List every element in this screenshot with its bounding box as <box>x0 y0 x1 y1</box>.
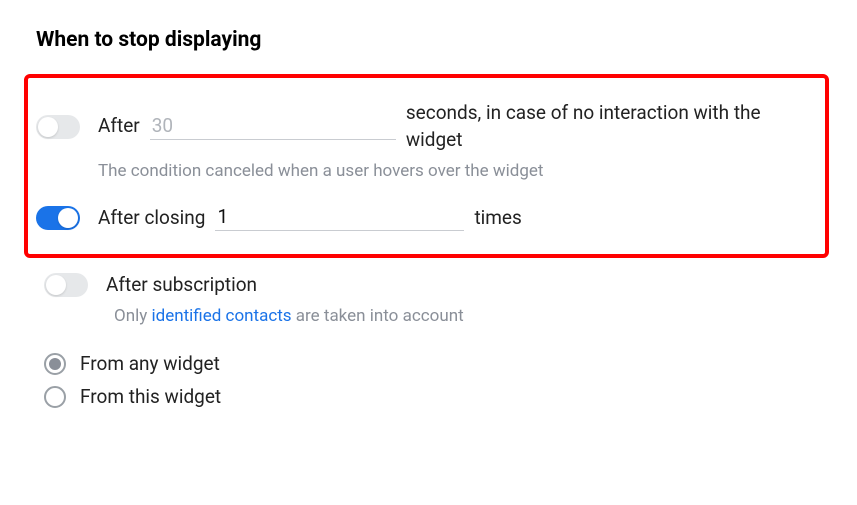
after-seconds-input[interactable] <box>150 114 396 140</box>
toggle-after-closing[interactable] <box>36 206 80 230</box>
option-after-closing-row: After closing times <box>28 205 825 232</box>
scope-radio-group: From any widget From this widget <box>44 352 821 408</box>
option-after-subscription-row: After subscription <box>44 272 821 299</box>
toggle-knob-icon <box>38 117 58 137</box>
highlight-box: After seconds, in case of no interaction… <box>24 74 829 258</box>
option-after-subscription: After subscription Only identified conta… <box>36 272 821 327</box>
after-seconds-prefix: After <box>98 113 140 140</box>
after-seconds-suffix: seconds, in case of no interaction with … <box>406 100 817 153</box>
option-after-seconds: After seconds, in case of no interaction… <box>28 100 825 181</box>
toggle-knob-icon <box>46 275 66 295</box>
after-closing-prefix: After closing <box>98 205 205 232</box>
after-subscription-hint-before: Only <box>114 306 151 326</box>
toggle-after-subscription[interactable] <box>44 273 88 297</box>
radio-dot-icon <box>49 358 61 370</box>
toggle-knob-icon <box>58 208 78 228</box>
after-closing-input[interactable] <box>215 205 464 231</box>
radio-from-any-widget-label: From any widget <box>80 352 220 375</box>
radio-from-this-widget-row: From this widget <box>44 385 821 408</box>
identified-contacts-link[interactable]: identified contacts <box>151 306 291 326</box>
section-title: When to stop displaying <box>36 28 821 52</box>
when-to-stop-section: When to stop displaying After seconds, i… <box>0 0 857 446</box>
radio-from-any-widget[interactable] <box>44 353 66 375</box>
radio-from-this-widget[interactable] <box>44 386 66 408</box>
after-subscription-label: After subscription <box>106 272 257 299</box>
after-seconds-hint: The condition canceled when a user hover… <box>98 161 825 181</box>
after-subscription-hint-after: are taken into account <box>292 306 464 326</box>
option-after-closing: After closing times <box>28 205 825 232</box>
option-after-seconds-row: After seconds, in case of no interaction… <box>28 100 825 153</box>
radio-from-any-widget-row: From any widget <box>44 352 821 375</box>
after-subscription-hint: Only identified contacts are taken into … <box>114 306 821 326</box>
toggle-after-seconds[interactable] <box>36 115 80 139</box>
radio-from-this-widget-label: From this widget <box>80 385 221 408</box>
after-closing-suffix: times <box>474 205 521 232</box>
